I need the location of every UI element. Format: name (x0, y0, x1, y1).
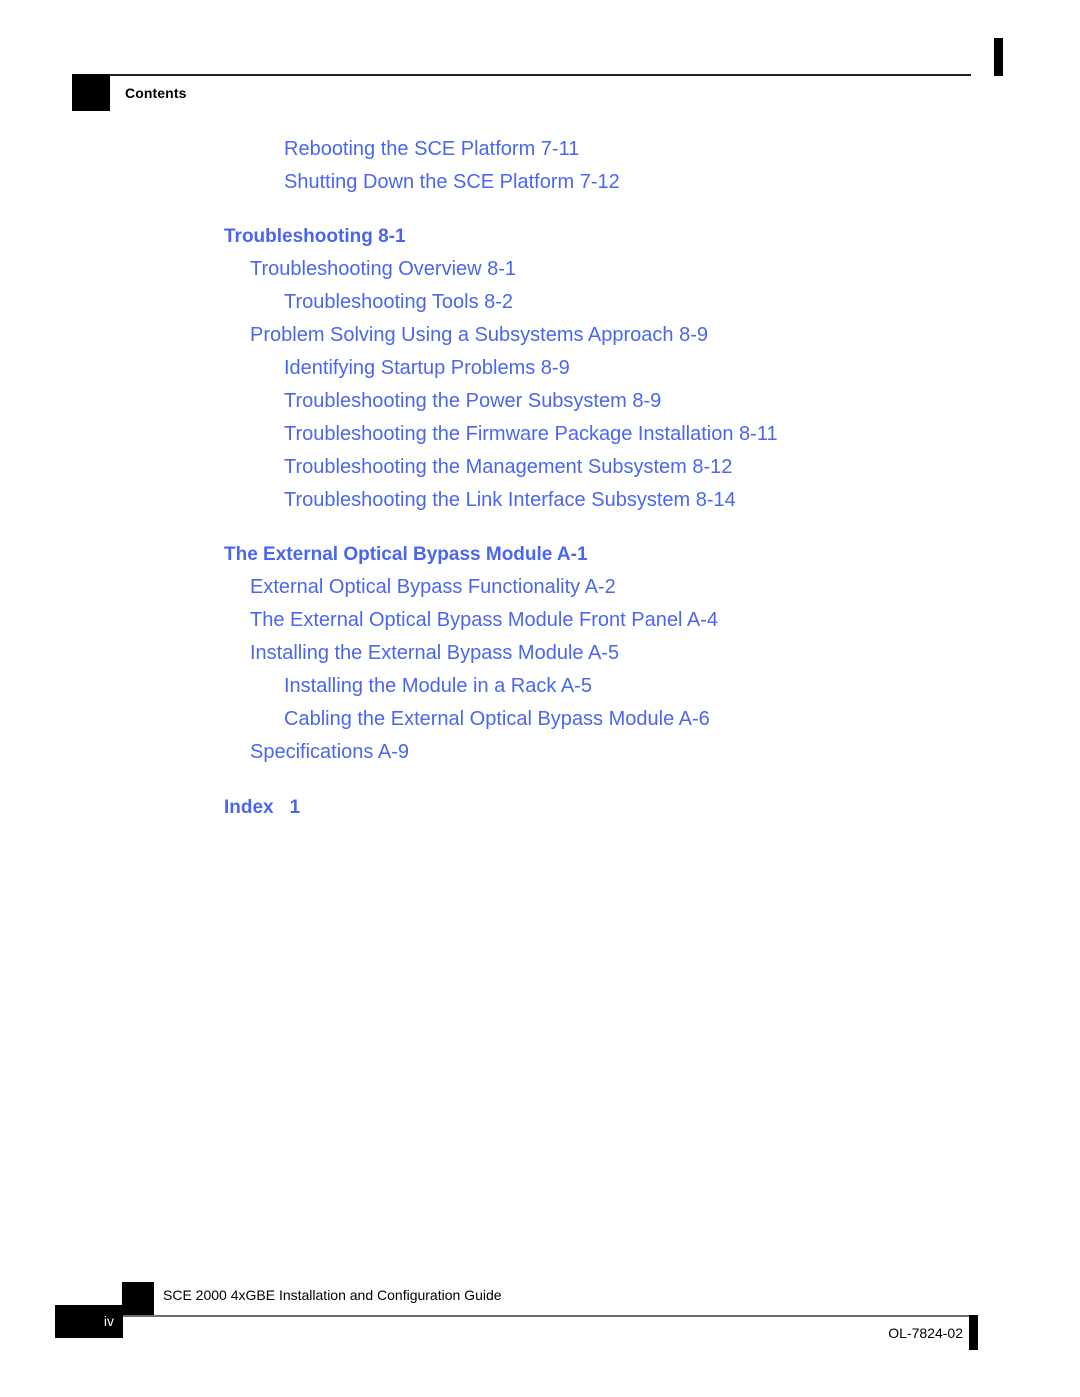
toc-entry[interactable]: External Optical Bypass Functionality A-… (250, 571, 1080, 604)
toc-entry[interactable]: Installing the External Bypass Module A-… (250, 637, 1080, 670)
toc-entry[interactable]: Index 1 (224, 791, 1080, 824)
footer-document-title: SCE 2000 4xGBE Installation and Configur… (163, 1287, 502, 1303)
footer-rule (123, 1315, 971, 1317)
toc-entry[interactable]: Troubleshooting the Management Subsystem… (284, 451, 1080, 484)
toc-entry[interactable]: Cabling the External Optical Bypass Modu… (284, 703, 1080, 736)
toc-entry[interactable]: Installing the Module in a Rack A-5 (284, 670, 1080, 703)
toc-entry[interactable]: Shutting Down the SCE Platform 7-12 (284, 166, 1080, 199)
header-edge-marker-bar (994, 38, 1003, 76)
toc-entry[interactable]: Problem Solving Using a Subsystems Appro… (250, 319, 1080, 352)
toc-entry[interactable]: Troubleshooting 8-1 (224, 220, 1080, 253)
toc-entry[interactable]: Identifying Startup Problems 8-9 (284, 352, 1080, 385)
header-rule (110, 74, 971, 76)
header-chapter-label: Contents (125, 85, 187, 101)
toc-entry[interactable]: Troubleshooting the Firmware Package Ins… (284, 418, 1080, 451)
page-footer: SCE 2000 4xGBE Installation and Configur… (0, 1262, 1080, 1397)
toc-entry[interactable]: Rebooting the SCE Platform 7-11 (284, 133, 1080, 166)
page-header: Contents (0, 0, 1080, 130)
header-chapter-tab (72, 74, 110, 111)
toc-entry[interactable]: Troubleshooting the Power Subsystem 8-9 (284, 385, 1080, 418)
toc-entry[interactable]: The External Optical Bypass Module Front… (250, 604, 1080, 637)
footer-page-number-box: iv (55, 1305, 123, 1338)
footer-document-id: OL-7824-02 (888, 1325, 963, 1341)
toc-entry[interactable]: Specifications A-9 (250, 736, 1080, 769)
footer-edge-marker-bar (969, 1315, 978, 1350)
footer-tab-marker (122, 1282, 154, 1315)
toc-entry[interactable]: Troubleshooting Tools 8-2 (284, 286, 1080, 319)
toc-entry[interactable]: Troubleshooting the Link Interface Subsy… (284, 484, 1080, 517)
table-of-contents: Rebooting the SCE Platform 7-11 Shutting … (0, 133, 1080, 824)
toc-entry[interactable]: The External Optical Bypass Module A-1 (224, 538, 1080, 571)
footer-page-number: iv (103, 1313, 114, 1329)
toc-entry[interactable]: Troubleshooting Overview 8-1 (250, 253, 1080, 286)
